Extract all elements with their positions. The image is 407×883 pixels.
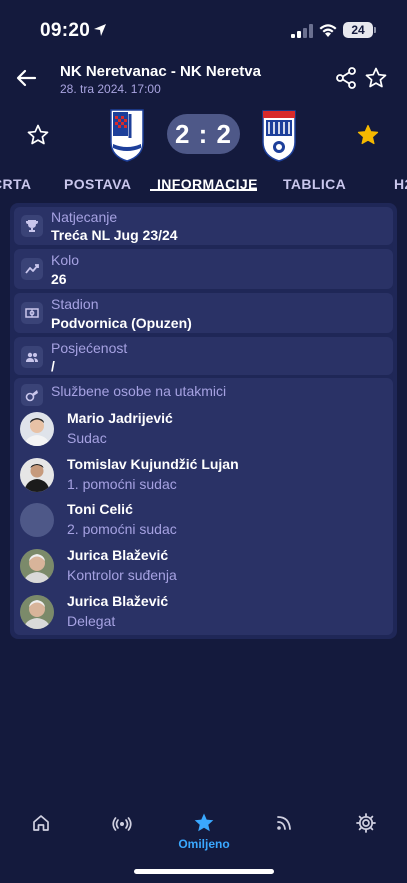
away-team-favorite-star-icon[interactable] bbox=[356, 123, 380, 147]
settings-icon bbox=[356, 813, 376, 833]
location-arrow-icon bbox=[94, 24, 106, 36]
official-item[interactable]: Toni Celić 2. pomoćni sudac bbox=[14, 499, 393, 541]
nav-favorites[interactable]: Omiljeno bbox=[178, 807, 230, 853]
info-row-stadium: Stadion Podvornica (Opuzen) bbox=[14, 293, 393, 333]
avatar-placeholder bbox=[20, 503, 54, 537]
match-date: 28. tra 2024. 17:00 bbox=[60, 82, 161, 96]
away-team-crest[interactable] bbox=[260, 108, 298, 162]
official-role: Sudac bbox=[67, 430, 107, 446]
avatar bbox=[20, 412, 54, 446]
official-name: Tomislav Kujundžić Lujan bbox=[67, 456, 239, 472]
official-name: Mario Jadrijević bbox=[67, 410, 173, 426]
officials-section: Službene osobe na utakmici Mario Jadrije… bbox=[14, 378, 393, 635]
trend-icon bbox=[21, 258, 43, 280]
official-role: 2. pomoćni sudac bbox=[67, 521, 177, 537]
nav-favorites-label: Omiljeno bbox=[178, 837, 230, 851]
arrow-left-icon bbox=[16, 69, 37, 87]
official-name: Jurica Blažević bbox=[67, 593, 169, 609]
stadium-icon bbox=[21, 302, 43, 324]
round-label: Kolo bbox=[51, 252, 80, 268]
info-row-competition: Natjecanje Treća NL Jug 23/24 bbox=[14, 207, 393, 245]
official-item[interactable]: Mario Jadrijević Sudac bbox=[14, 408, 393, 450]
battery-indicator: 24 bbox=[343, 22, 373, 38]
back-button[interactable] bbox=[12, 64, 40, 92]
official-role: 1. pomoćni sudac bbox=[67, 476, 177, 492]
tab-postava[interactable]: POSTAVA bbox=[64, 176, 131, 192]
tab-h2h[interactable]: H2H bbox=[394, 176, 407, 192]
round-value: 26 bbox=[51, 271, 67, 287]
whistle-icon bbox=[21, 384, 43, 406]
official-item[interactable]: Tomislav Kujundžić Lujan 1. pomoćni suda… bbox=[14, 454, 393, 496]
feed-icon bbox=[277, 816, 291, 830]
avatar bbox=[20, 458, 54, 492]
share-icon[interactable] bbox=[334, 66, 358, 90]
nav-settings[interactable] bbox=[341, 807, 391, 853]
star-icon bbox=[194, 813, 214, 832]
active-tab-indicator bbox=[150, 189, 257, 191]
attendance-value: / bbox=[51, 358, 55, 374]
people-icon bbox=[21, 346, 43, 368]
home-team-favorite-star-icon[interactable] bbox=[26, 123, 50, 147]
wifi-icon bbox=[319, 24, 337, 37]
officials-header: Službene osobe na utakmici bbox=[51, 383, 227, 399]
tab-bar: CRTA POSTAVA INFORMACIJE TABLICA H2H bbox=[0, 172, 407, 196]
official-role: Delegat bbox=[67, 613, 116, 629]
stadium-value: Podvornica (Opuzen) bbox=[51, 315, 192, 331]
stadium-label: Stadion bbox=[51, 296, 99, 312]
home-indicator[interactable] bbox=[134, 869, 274, 874]
match-info-card: Natjecanje Treća NL Jug 23/24 Kolo 26 St… bbox=[10, 203, 397, 639]
official-item[interactable]: Jurica Blažević Delegat bbox=[14, 591, 393, 633]
cellular-signal-icon bbox=[291, 24, 313, 38]
avatar bbox=[20, 549, 54, 583]
avatar bbox=[20, 595, 54, 629]
home-icon bbox=[33, 815, 49, 831]
live-icon bbox=[112, 817, 132, 831]
attendance-label: Posjećenost bbox=[51, 340, 128, 356]
battery-tip bbox=[374, 27, 376, 33]
official-name: Toni Celić bbox=[67, 501, 133, 517]
nav-feed[interactable] bbox=[259, 807, 309, 853]
match-score: 2 : 2 bbox=[167, 114, 240, 154]
status-time: 09:20 bbox=[40, 20, 91, 41]
tab-tablica[interactable]: TABLICA bbox=[283, 176, 346, 192]
tab-crta[interactable]: CRTA bbox=[0, 176, 31, 192]
info-row-round: Kolo 26 bbox=[14, 249, 393, 289]
trophy-icon bbox=[21, 215, 43, 237]
nav-live[interactable] bbox=[97, 807, 147, 853]
nav-home[interactable] bbox=[16, 807, 66, 853]
competition-value: Treća NL Jug 23/24 bbox=[51, 227, 178, 243]
official-item[interactable]: Jurica Blažević Kontrolor suđenja bbox=[14, 545, 393, 587]
match-title: NK Neretvanac - NK Neretva bbox=[60, 63, 261, 80]
home-team-crest[interactable] bbox=[108, 108, 146, 162]
official-role: Kontrolor suđenja bbox=[67, 567, 177, 583]
competition-label: Natjecanje bbox=[51, 209, 118, 225]
official-name: Jurica Blažević bbox=[67, 547, 169, 563]
bottom-navigation: Omiljeno bbox=[0, 795, 407, 855]
status-bar: 09:20 24 bbox=[0, 0, 407, 56]
favorite-match-star-icon[interactable] bbox=[364, 66, 388, 90]
info-row-attendance: Posjećenost / bbox=[14, 337, 393, 375]
